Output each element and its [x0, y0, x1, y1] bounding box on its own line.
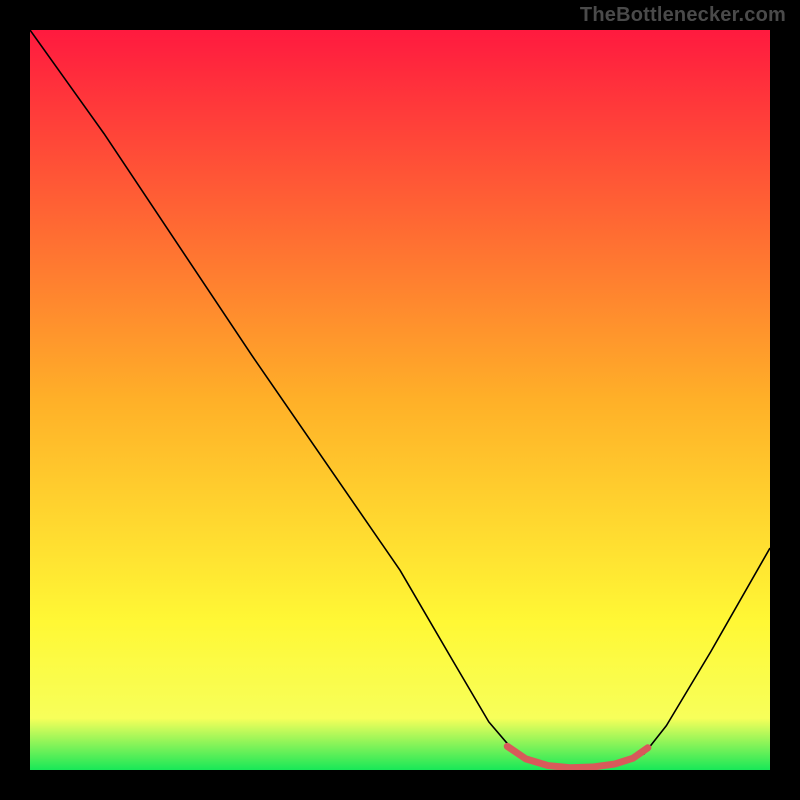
chart-background: [30, 30, 770, 770]
bottleneck-chart: [30, 30, 770, 770]
watermark-text: TheBottlenecker.com: [580, 4, 786, 27]
chart-stage: TheBottlenecker.com: [0, 0, 800, 800]
